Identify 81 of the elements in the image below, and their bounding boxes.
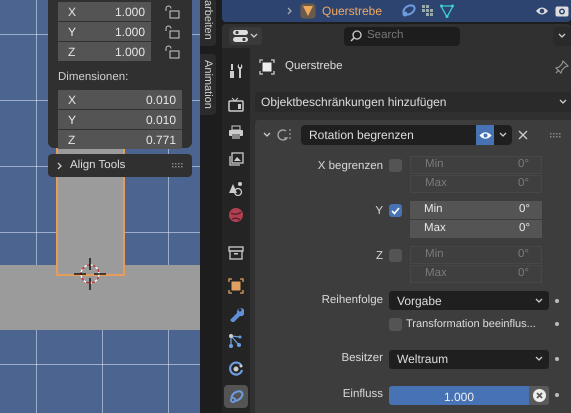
number-field[interactable]: Y 0.010 — [58, 110, 182, 130]
toggle-icon — [233, 30, 248, 42]
clear-button[interactable] — [529, 386, 549, 404]
panel-header[interactable]: Align Tools — [48, 154, 192, 177]
camera-back-icon[interactable] — [228, 96, 244, 113]
object-name: Querstrebe — [285, 59, 343, 74]
globe-icon[interactable] — [228, 207, 244, 224]
grip-icon — [550, 132, 562, 138]
order-dropdown[interactable]: Vorgabe — [389, 291, 549, 310]
search-icon — [350, 30, 362, 42]
padlock-icon[interactable] — [165, 44, 180, 58]
3d-cursor-icon — [74, 258, 106, 290]
caret-icon — [559, 98, 567, 106]
editor-type-button[interactable] — [229, 27, 262, 45]
name-field[interactable]: Rotation begrenzen — [301, 125, 476, 145]
square-icon[interactable] — [228, 278, 244, 294]
field-label: Reihenfolge — [320, 292, 383, 308]
search-field[interactable]: Search — [344, 26, 460, 46]
nodes-icon[interactable] — [228, 333, 244, 350]
modifier-grid-icon — [422, 5, 434, 17]
box-icon[interactable] — [228, 244, 244, 261]
orbit-icon[interactable] — [228, 361, 244, 378]
keyframe-dot[interactable] — [555, 322, 559, 326]
visibility-toggle[interactable] — [476, 125, 494, 145]
shapes-icon[interactable] — [228, 180, 244, 196]
caret-icon — [250, 32, 258, 40]
printer-icon[interactable] — [228, 124, 244, 140]
wrench-icon[interactable] — [228, 306, 244, 322]
field-label: Besitzer — [340, 351, 383, 366]
caret-icon — [558, 32, 566, 40]
angle-field[interactable]: Min 0° — [410, 201, 542, 219]
properties-tab[interactable] — [224, 385, 248, 408]
field-label: Y — [374, 204, 383, 219]
eye-icon — [478, 130, 492, 140]
mesh-object-icon — [300, 3, 316, 19]
add-constraint-dropdown[interactable]: Objektbeschränkungen hinzufügen — [255, 92, 571, 112]
menu-dropdown[interactable] — [494, 125, 512, 145]
caret-icon — [535, 355, 543, 363]
sidebar-tab[interactable]: Animation — [200, 54, 216, 115]
slider-value: 1.000 — [442, 388, 476, 404]
field-label: Einfluss — [342, 387, 383, 402]
number-field[interactable]: Z 0.771 — [58, 130, 182, 150]
eye-icon[interactable] — [535, 6, 549, 16]
keyframe-dot[interactable] — [555, 357, 559, 361]
image-stack-icon[interactable] — [228, 152, 244, 168]
mesh-data-icon — [440, 4, 454, 18]
checkbox-label: Transformation beeinflus... — [406, 317, 536, 332]
caret-icon — [499, 131, 507, 139]
section-label: Dimensionen: — [58, 70, 130, 85]
pin-icon[interactable] — [555, 60, 569, 74]
keyframe-dot[interactable] — [555, 298, 559, 302]
caret-icon — [535, 296, 543, 304]
search-input[interactable]: Search — [367, 27, 447, 45]
tool-icon[interactable] — [228, 63, 244, 80]
owner-dropdown[interactable]: Weltraum — [389, 350, 549, 368]
field-label: Z — [374, 249, 383, 264]
object-name: Querstrebe — [322, 3, 382, 20]
angle-field[interactable]: Max 0° — [410, 220, 542, 238]
rotation-limit-icon — [277, 128, 291, 142]
keyframe-dot[interactable] — [555, 393, 559, 397]
padlock-icon[interactable] — [165, 4, 180, 18]
field-label: X begrenzen — [316, 159, 383, 174]
padlock-icon[interactable] — [165, 24, 180, 38]
options-dropdown[interactable] — [553, 26, 571, 46]
close-icon[interactable] — [518, 130, 528, 140]
number-field[interactable]: Z 1.000 — [58, 42, 151, 61]
object-icon — [259, 59, 275, 75]
grip-icon — [172, 163, 184, 168]
constraint-icon — [400, 4, 416, 18]
panel-title: Align Tools — [70, 158, 126, 173]
influence-slider[interactable]: 1.000 — [389, 386, 529, 404]
close-icon — [532, 388, 546, 402]
number-field[interactable]: X 1.000 — [58, 2, 151, 21]
checkmark-icon — [391, 206, 400, 214]
number-field[interactable]: X 0.010 — [58, 90, 182, 110]
outliner-row[interactable]: Querstrebe — [222, 0, 571, 22]
checkbox[interactable] — [389, 204, 402, 217]
number-field[interactable]: Y 1.000 — [58, 22, 151, 41]
sidebar-tab[interactable]: arbeiten — [200, 0, 216, 46]
constraint-icon[interactable] — [228, 388, 244, 405]
camera-icon[interactable] — [555, 5, 569, 17]
